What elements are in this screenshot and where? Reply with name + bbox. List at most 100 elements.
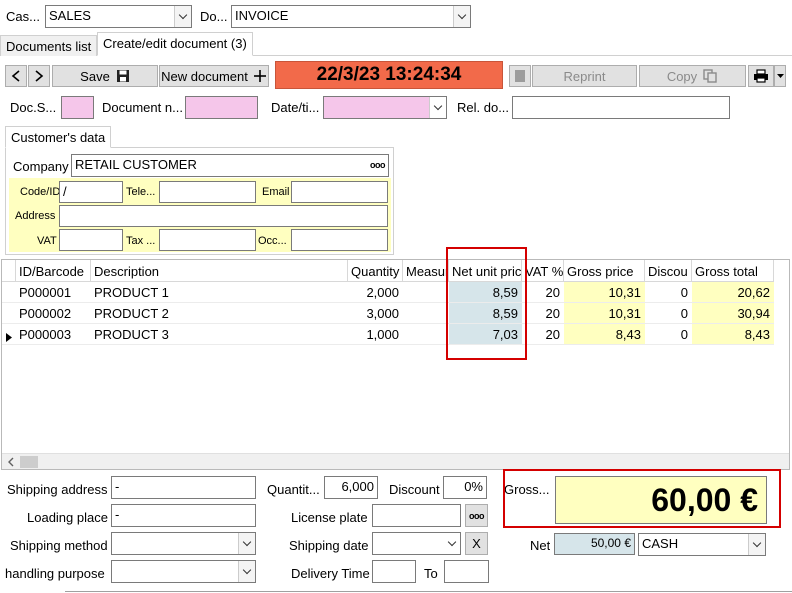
related-document-field[interactable] (512, 96, 730, 119)
scrollbar-thumb[interactable] (20, 456, 38, 468)
chevron-down-icon[interactable] (429, 97, 446, 118)
chevron-down-icon[interactable] (238, 561, 255, 582)
chevron-down-icon[interactable] (443, 533, 460, 554)
chevron-left-icon (11, 70, 20, 82)
copy-button[interactable]: Copy (639, 65, 746, 87)
document-type-select[interactable]: INVOICE (231, 5, 471, 28)
net-total-label: Net (530, 538, 551, 553)
cell-vat[interactable]: 20 (522, 303, 564, 324)
cell-measure[interactable] (403, 303, 449, 324)
column-header-measure[interactable]: Measur (403, 260, 449, 282)
cell-gross-total[interactable]: 8,43 (692, 324, 774, 345)
vat-field[interactable] (59, 229, 123, 251)
document-datetime-display: 22/3/23 13:24:34 (275, 61, 503, 89)
loading-place-field[interactable]: - (111, 504, 256, 527)
cell-quantity[interactable]: 2,000 (348, 282, 403, 303)
cell-description[interactable]: PRODUCT 3 (91, 324, 348, 345)
loading-place-label: Loading place (27, 510, 108, 525)
new-document-button[interactable]: New document (159, 65, 269, 87)
cell-id[interactable]: P000001 (16, 282, 91, 303)
tab-create-edit-document[interactable]: Create/edit document (3) (97, 32, 253, 56)
chevron-down-icon[interactable] (453, 6, 470, 27)
cell-discount[interactable]: 0 (645, 303, 692, 324)
license-plate-label: License plate (291, 510, 368, 525)
cell-vat[interactable]: 20 (522, 324, 564, 345)
cell-quantity[interactable]: 1,000 (348, 324, 403, 345)
delivery-time-to-field[interactable] (444, 560, 489, 583)
chevron-down-icon[interactable] (174, 6, 191, 27)
document-number-field[interactable] (185, 96, 258, 119)
cell-measure[interactable] (403, 282, 449, 303)
tab-customers-data[interactable]: Customer's data (5, 126, 112, 148)
vat-label: VAT (37, 235, 57, 247)
document-icon (515, 70, 525, 82)
print-options-button[interactable] (774, 65, 786, 87)
copy-button-label: Copy (666, 68, 698, 84)
license-plate-field[interactable] (372, 504, 461, 527)
shipping-method-label: Shipping method (10, 538, 108, 553)
cell-description[interactable]: PRODUCT 2 (91, 303, 348, 324)
scroll-left-icon[interactable] (5, 454, 17, 470)
chevron-right-icon (35, 70, 44, 82)
column-header-gross-price[interactable]: Gross price (564, 260, 645, 282)
telephone-field[interactable] (159, 181, 256, 203)
email-label: Email (262, 186, 290, 198)
cell-gross-total[interactable]: 30,94 (692, 303, 774, 324)
cell-id[interactable]: P000002 (16, 303, 91, 324)
email-field[interactable] (291, 181, 388, 203)
shipping-address-field[interactable]: - (111, 476, 256, 499)
column-header-quantity[interactable]: Quantity (348, 260, 403, 282)
tax-office-field[interactable] (159, 229, 256, 251)
cell-gross-total[interactable]: 20,62 (692, 282, 774, 303)
cash-register-value: SALES (49, 8, 91, 23)
cell-gross-price[interactable]: 10,31 (564, 282, 645, 303)
cell-description[interactable]: PRODUCT 1 (91, 282, 348, 303)
doc-series-field[interactable] (61, 96, 94, 119)
horizontal-scrollbar[interactable] (2, 453, 789, 469)
cell-discount[interactable]: 0 (645, 324, 692, 345)
column-header-discount[interactable]: Discou (645, 260, 692, 282)
chevron-down-icon[interactable] (238, 533, 255, 554)
clear-shipping-date-button[interactable]: X (465, 532, 488, 555)
more-options-icon[interactable]: ooo (370, 160, 386, 170)
occupation-field[interactable] (291, 229, 388, 251)
column-header-id[interactable]: ID/Barcode (16, 260, 91, 282)
date-time-picker[interactable] (323, 96, 447, 119)
handling-purpose-select[interactable] (111, 560, 256, 583)
code-id-field[interactable]: / (59, 181, 123, 203)
cash-register-select[interactable]: SALES (45, 5, 192, 28)
cell-measure[interactable] (403, 324, 449, 345)
next-button[interactable] (28, 65, 50, 87)
shipping-date-picker[interactable] (372, 532, 461, 555)
cell-quantity[interactable]: 3,000 (348, 303, 403, 324)
save-button[interactable]: Save (52, 65, 158, 87)
gross-total-highlight (503, 469, 781, 528)
cell-id[interactable]: P000003 (16, 324, 91, 345)
column-header-description[interactable]: Description (91, 260, 348, 282)
license-plate-lookup-button[interactable]: ooo (465, 504, 488, 527)
company-field[interactable]: RETAIL CUSTOMER ooo (71, 154, 389, 177)
discount-field[interactable]: 0% (443, 476, 487, 499)
total-quantity-field: 6,000 (324, 476, 378, 499)
code-id-label: Code/ID (20, 186, 61, 198)
items-grid: ID/Barcode Description Quantity Measur N… (1, 259, 790, 470)
prev-button[interactable] (5, 65, 27, 87)
chevron-down-icon[interactable] (748, 534, 765, 555)
new-document-button-label: New document (161, 68, 248, 84)
print-button[interactable] (748, 65, 774, 87)
shipping-method-select[interactable] (111, 532, 256, 555)
reprint-button[interactable]: Reprint (532, 65, 637, 87)
column-header-vat[interactable]: VAT % (522, 260, 564, 282)
delivery-time-from-field[interactable] (372, 560, 416, 583)
address-field[interactable] (59, 205, 388, 227)
tab-documents-list[interactable]: Documents list (0, 35, 98, 56)
telephone-label: Tele... (126, 186, 156, 198)
column-header-gross-total[interactable]: Gross total (692, 260, 774, 282)
attachment-button[interactable] (509, 65, 531, 87)
payment-method-select[interactable]: CASH (638, 533, 766, 556)
cell-gross-price[interactable]: 8,43 (564, 324, 645, 345)
net-total-display: 50,00 € (554, 533, 635, 555)
cell-gross-price[interactable]: 10,31 (564, 303, 645, 324)
cell-vat[interactable]: 20 (522, 282, 564, 303)
cell-discount[interactable]: 0 (645, 282, 692, 303)
